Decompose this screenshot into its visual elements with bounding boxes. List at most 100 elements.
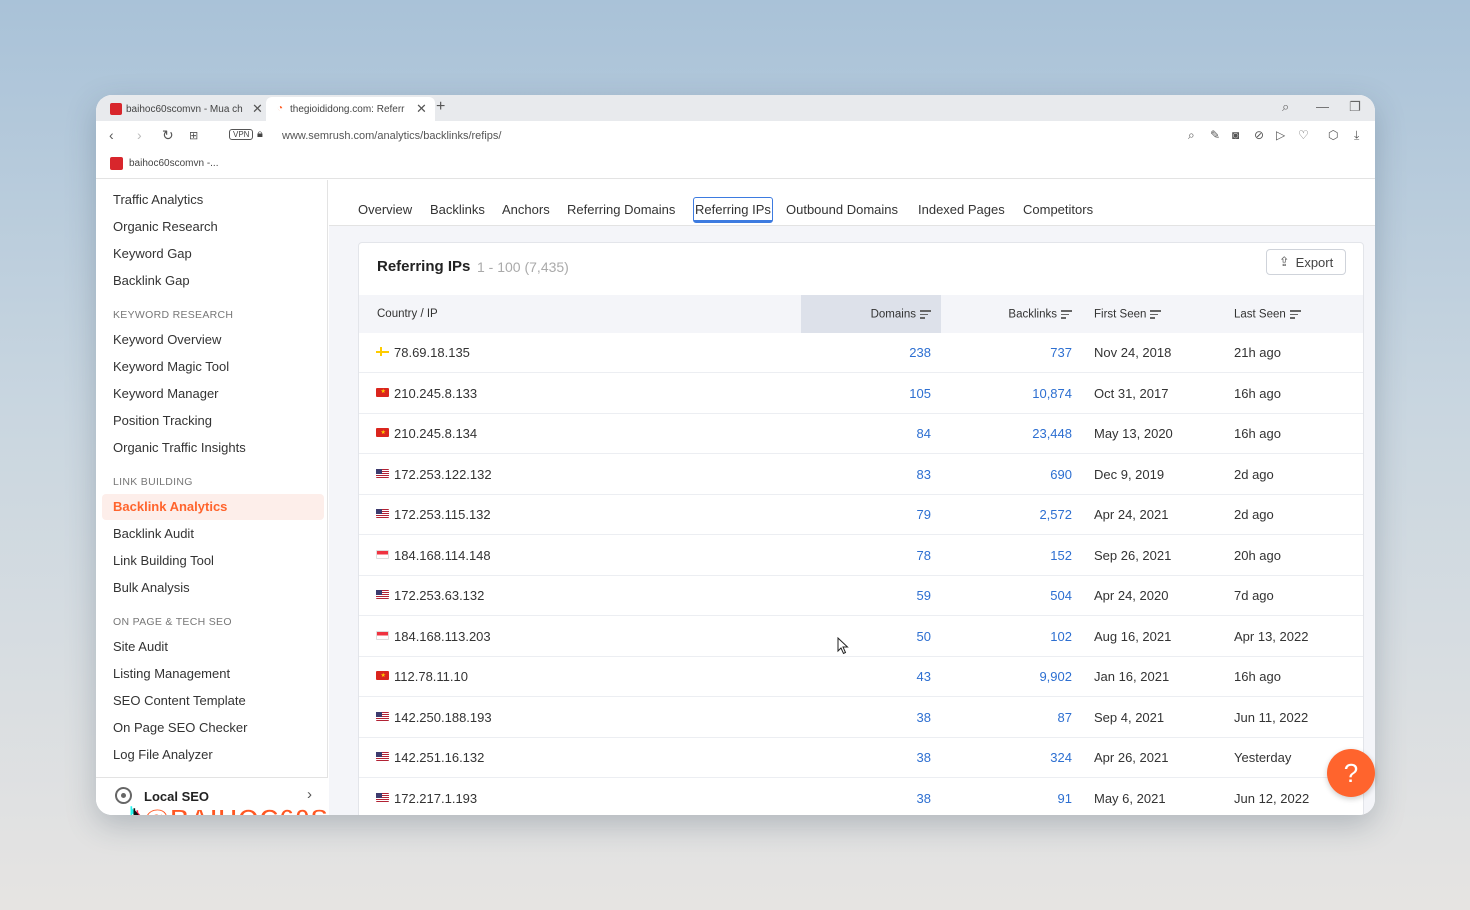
ip-address[interactable]: 172.253.115.132 bbox=[394, 507, 491, 522]
ip-address[interactable]: 78.69.18.135 bbox=[394, 345, 470, 360]
sort-icon[interactable] bbox=[1061, 308, 1072, 321]
backlinks-count[interactable]: 2,572 bbox=[1039, 507, 1072, 522]
ip-address[interactable]: 172.217.1.193 bbox=[394, 791, 477, 806]
vpn-badge[interactable]: VPN bbox=[229, 129, 254, 140]
domains-count[interactable]: 38 bbox=[917, 750, 931, 765]
export-button[interactable]: ⇪ Export bbox=[1266, 249, 1346, 275]
domains-count[interactable]: 105 bbox=[909, 386, 931, 401]
restore-icon[interactable]: ❐ bbox=[1349, 99, 1361, 115]
domains-count[interactable]: 78 bbox=[917, 548, 931, 563]
help-button[interactable]: ? bbox=[1327, 749, 1375, 797]
ip-address[interactable]: 210.245.8.134 bbox=[394, 426, 477, 441]
sidebar-item-keyword-gap[interactable]: Keyword Gap bbox=[113, 246, 192, 261]
table-row: 172.253.63.132 59 504 Apr 24, 2020 7d ago bbox=[359, 576, 1363, 616]
close-tab-icon[interactable]: ✕ bbox=[252, 101, 263, 117]
forward-icon[interactable]: › bbox=[137, 127, 142, 143]
column-country-ip[interactable]: Country / IP bbox=[377, 308, 438, 320]
sidebar-item-bulk-analysis[interactable]: Bulk Analysis bbox=[113, 580, 190, 595]
column-first-seen[interactable]: First Seen bbox=[1094, 308, 1162, 321]
ip-address[interactable]: 142.250.188.193 bbox=[394, 710, 492, 725]
lock-icon[interactable]: 🔒︎ bbox=[257, 128, 263, 141]
browser-tab[interactable]: baihoc60scomvn - Mua ch ✕ bbox=[102, 97, 271, 121]
backlinks-count[interactable]: 91 bbox=[1058, 791, 1072, 806]
download-icon[interactable]: ⤓ bbox=[1354, 128, 1359, 143]
domains-count[interactable]: 59 bbox=[917, 588, 931, 603]
tab-competitors[interactable]: Competitors bbox=[1023, 202, 1093, 217]
tab-outbound-domains[interactable]: Outbound Domains bbox=[786, 202, 898, 217]
sort-icon[interactable] bbox=[1150, 308, 1162, 321]
ip-address[interactable]: 172.253.63.132 bbox=[394, 588, 484, 603]
sidebar-item-keyword-manager[interactable]: Keyword Manager bbox=[113, 386, 219, 401]
ip-address[interactable]: 184.168.114.148 bbox=[394, 548, 491, 563]
tiktok-logo-icon: ♪ bbox=[123, 797, 145, 816]
sidebar-item-backlink-analytics[interactable]: Backlink Analytics bbox=[113, 499, 227, 514]
sidebar-item-backlink-gap[interactable]: Backlink Gap bbox=[113, 273, 190, 288]
sort-icon[interactable] bbox=[920, 308, 931, 321]
tab-indexed-pages[interactable]: Indexed Pages bbox=[918, 202, 1005, 217]
backlinks-count[interactable]: 737 bbox=[1050, 345, 1072, 360]
sidebar-item-site-audit[interactable]: Site Audit bbox=[113, 639, 168, 654]
domains-count[interactable]: 84 bbox=[917, 426, 931, 441]
sort-icon[interactable] bbox=[1289, 308, 1301, 321]
sidebar-item-log-file-analyzer[interactable]: Log File Analyzer bbox=[113, 747, 213, 762]
backlinks-count[interactable]: 690 bbox=[1050, 467, 1072, 482]
domains-count[interactable]: 43 bbox=[917, 669, 931, 684]
domains-count[interactable]: 38 bbox=[917, 791, 931, 806]
back-icon[interactable]: ‹ bbox=[109, 127, 114, 143]
column-last-seen[interactable]: Last Seen bbox=[1234, 308, 1301, 321]
tab-anchors[interactable]: Anchors bbox=[502, 202, 550, 217]
column-domains[interactable]: Domains bbox=[871, 308, 931, 321]
backlinks-count[interactable]: 87 bbox=[1058, 710, 1072, 725]
ip-address[interactable]: 112.78.11.10 bbox=[394, 669, 468, 684]
column-backlinks[interactable]: Backlinks bbox=[1008, 308, 1072, 321]
tabs-grid-icon[interactable]: ⊞ bbox=[189, 129, 198, 142]
tab-backlinks[interactable]: Backlinks bbox=[430, 202, 485, 217]
sidebar-item-organic-traffic-insights[interactable]: Organic Traffic Insights bbox=[113, 440, 246, 455]
ip-address[interactable]: 210.245.8.133 bbox=[394, 386, 477, 401]
box-icon[interactable]: ⬡ bbox=[1328, 128, 1338, 142]
bookmark-item[interactable]: baihoc60scomvn -... bbox=[110, 157, 219, 170]
backlinks-count[interactable]: 9,902 bbox=[1039, 669, 1072, 684]
sidebar-item-backlink-audit[interactable]: Backlink Audit bbox=[113, 526, 194, 541]
ip-address[interactable]: 142.251.16.132 bbox=[394, 750, 484, 765]
ip-address[interactable]: 184.168.113.203 bbox=[394, 629, 491, 644]
sidebar-item-keyword-magic-tool[interactable]: Keyword Magic Tool bbox=[113, 359, 229, 374]
backlinks-count[interactable]: 10,874 bbox=[1032, 386, 1072, 401]
backlinks-count[interactable]: 102 bbox=[1050, 629, 1072, 644]
edit-icon[interactable]: ✎ bbox=[1210, 128, 1220, 142]
sidebar-item-organic-research[interactable]: Organic Research bbox=[113, 219, 218, 234]
sidebar-item-on-page-seo-checker[interactable]: On Page SEO Checker bbox=[113, 720, 247, 735]
sidebar-item-position-tracking[interactable]: Position Tracking bbox=[113, 413, 212, 428]
browser-tab-active[interactable]: ◔ thegioididong.com: Referr ✕ bbox=[266, 97, 435, 121]
domains-count[interactable]: 238 bbox=[909, 345, 931, 360]
sidebar-item-traffic-analytics[interactable]: Traffic Analytics bbox=[113, 192, 203, 207]
zoom-icon[interactable]: ⌕ bbox=[1188, 128, 1195, 143]
url-field[interactable]: www.semrush.com/analytics/backlinks/refi… bbox=[282, 130, 501, 142]
ip-address[interactable]: 172.253.122.132 bbox=[394, 467, 492, 482]
tab-referring-ips[interactable]: Referring IPs bbox=[693, 197, 773, 223]
new-tab-icon[interactable]: + bbox=[436, 98, 445, 116]
backlinks-count[interactable]: 504 bbox=[1050, 588, 1072, 603]
block-icon[interactable]: ⊘ bbox=[1254, 128, 1264, 142]
sidebar-item-keyword-overview[interactable]: Keyword Overview bbox=[113, 332, 221, 347]
close-tab-icon[interactable]: ✕ bbox=[416, 101, 427, 117]
sidebar-item-seo-content-template[interactable]: SEO Content Template bbox=[113, 693, 246, 708]
sidebar-item-listing-management[interactable]: Listing Management bbox=[113, 666, 230, 681]
backlinks-count[interactable]: 23,448 bbox=[1032, 426, 1072, 441]
domains-count[interactable]: 83 bbox=[917, 467, 931, 482]
search-icon[interactable]: ⌕ bbox=[1282, 99, 1289, 115]
domains-count[interactable]: 38 bbox=[917, 710, 931, 725]
backlinks-count[interactable]: 324 bbox=[1050, 750, 1072, 765]
sidebar-item-link-building-tool[interactable]: Link Building Tool bbox=[113, 553, 214, 568]
camera-icon[interactable]: ◙ bbox=[1232, 128, 1239, 142]
minimize-icon[interactable]: — bbox=[1316, 99, 1329, 114]
send-icon[interactable]: ▷ bbox=[1276, 128, 1285, 142]
column-last-seen-label: Last Seen bbox=[1234, 308, 1286, 321]
backlinks-count[interactable]: 152 bbox=[1050, 548, 1072, 563]
tab-overview[interactable]: Overview bbox=[358, 202, 412, 217]
heart-icon[interactable]: ♡ bbox=[1298, 128, 1309, 142]
reload-icon[interactable]: ↻ bbox=[162, 127, 174, 144]
domains-count[interactable]: 79 bbox=[917, 507, 931, 522]
tab-referring-domains[interactable]: Referring Domains bbox=[567, 202, 675, 217]
domains-count[interactable]: 50 bbox=[917, 629, 931, 644]
